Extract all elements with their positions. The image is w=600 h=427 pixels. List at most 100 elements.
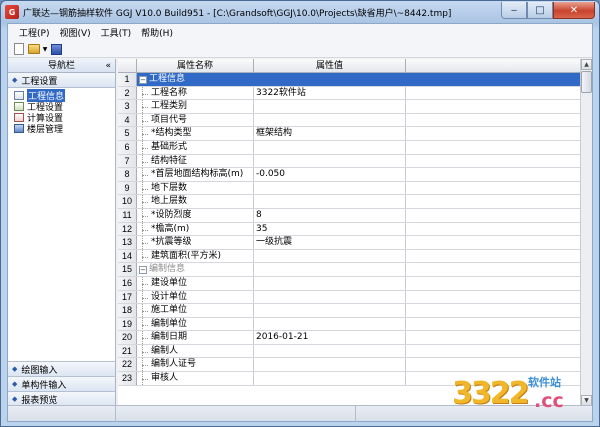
table-row[interactable]: 21 编制人 <box>118 344 580 359</box>
property-name-cell[interactable]: 编制人 <box>137 344 254 358</box>
property-name-cell[interactable]: 地下层数 <box>137 181 254 195</box>
property-grid: 属性名称 属性值 1− 工程信息 2 工程名称 3322软件站 3 工程类别 4 项目代号 5 *结… <box>118 59 592 406</box>
property-value-cell[interactable] <box>254 195 406 208</box>
property-value-cell[interactable]: -0.050 <box>254 168 406 181</box>
row-number: 2 <box>118 86 137 100</box>
table-row[interactable]: 7 结构特征 <box>118 154 580 169</box>
scroll-thumb[interactable] <box>581 71 592 93</box>
row-filler <box>406 87 580 100</box>
property-value-cell[interactable] <box>254 263 406 276</box>
property-name-cell[interactable]: − 工程信息 <box>137 73 254 86</box>
property-name-cell[interactable]: 工程名称 <box>137 86 254 100</box>
table-row[interactable]: 4 项目代号 <box>118 113 580 128</box>
property-name-cell[interactable]: 工程类别 <box>137 100 254 113</box>
property-value-cell[interactable] <box>254 358 406 372</box>
collapse-toggle-icon[interactable]: − <box>139 266 147 275</box>
column-header-value[interactable]: 属性值 <box>254 59 406 72</box>
nav-group-project-settings[interactable]: ◆ 工程设置 <box>8 73 115 88</box>
property-value-cell[interactable] <box>254 249 406 263</box>
table-row[interactable]: 17 设计单位 <box>118 290 580 305</box>
property-name: 建设单位 <box>151 277 188 288</box>
property-name-cell[interactable]: 项目代号 <box>137 113 254 127</box>
property-value-cell[interactable]: 8 <box>254 208 406 222</box>
menu-help[interactable]: 帮助(H) <box>136 26 178 39</box>
table-row[interactable]: 1− 工程信息 <box>118 73 580 87</box>
property-value-cell[interactable] <box>254 276 406 290</box>
table-row[interactable]: 11 *设防烈度 8 <box>118 208 580 223</box>
table-row[interactable]: 9 地下层数 <box>118 181 580 196</box>
property-name-cell[interactable]: 建筑面积(平方米) <box>137 249 254 263</box>
menu-view[interactable]: 视图(V) <box>54 26 95 39</box>
property-name-cell[interactable]: 施工单位 <box>137 304 254 317</box>
property-name-cell[interactable]: 编制人证号 <box>137 358 254 372</box>
property-name-cell[interactable]: 编制日期 <box>137 331 254 344</box>
property-name-cell[interactable]: *首层地面结构标高(m) <box>137 168 254 181</box>
nav-item-floor-management[interactable]: 楼层管理 <box>8 123 115 135</box>
property-value-cell[interactable]: 一级抗震 <box>254 236 406 249</box>
property-value-cell[interactable]: 3322软件站 <box>254 86 406 100</box>
table-row[interactable]: 2 工程名称 3322软件站 <box>118 86 580 101</box>
table-row[interactable]: 3 工程类别 <box>118 100 580 114</box>
row-filler <box>406 263 580 276</box>
nav-group-single-member-input[interactable]: ◆ 单构件输入 <box>8 376 115 391</box>
nav-group-drawing-input[interactable]: ◆ 绘图输入 <box>8 361 115 376</box>
menu-project[interactable]: 工程(P) <box>14 26 54 39</box>
property-value-cell[interactable] <box>254 100 406 113</box>
property-value-cell[interactable] <box>254 372 406 385</box>
property-name-cell[interactable]: 设计单位 <box>137 290 254 304</box>
property-value-cell[interactable]: 35 <box>254 222 406 236</box>
collapse-toggle-icon[interactable]: − <box>139 76 147 84</box>
property-value-cell[interactable] <box>254 290 406 304</box>
vertical-scrollbar[interactable]: ▲ ▼ <box>580 59 592 406</box>
open-folder-icon[interactable] <box>28 44 40 54</box>
maximize-button[interactable]: □ <box>527 2 553 19</box>
property-name-cell[interactable]: 基础形式 <box>137 140 254 154</box>
close-button[interactable]: ✕ <box>553 2 595 19</box>
property-name-cell[interactable]: *设防烈度 <box>137 208 254 222</box>
table-row[interactable]: 12 *檐高(m) 35 <box>118 222 580 237</box>
table-row[interactable]: 5 *结构类型 框架结构 <box>118 127 580 141</box>
property-name-cell[interactable]: 审核人 <box>137 372 254 385</box>
property-value-cell[interactable] <box>254 181 406 195</box>
property-name: *檐高(m) <box>151 223 190 234</box>
property-value-cell[interactable]: 2016-01-21 <box>254 331 406 344</box>
table-row[interactable]: 19 编制单位 <box>118 317 580 332</box>
column-header-name[interactable]: 属性名称 <box>137 59 254 72</box>
nav-group-report-preview[interactable]: ◆ 报表预览 <box>8 391 115 406</box>
property-name-cell[interactable]: 编制单位 <box>137 317 254 331</box>
property-name-cell[interactable]: 地上层数 <box>137 195 254 208</box>
table-row[interactable]: 6 基础形式 <box>118 140 580 155</box>
property-value-cell[interactable] <box>254 344 406 358</box>
table-row[interactable]: 10 地上层数 <box>118 195 580 209</box>
table-row[interactable]: 14 建筑面积(平方米) <box>118 249 580 264</box>
table-row[interactable]: 16 建设单位 <box>118 276 580 291</box>
table-row[interactable]: 20 编制日期 2016-01-21 <box>118 331 580 345</box>
table-row[interactable]: 18 施工单位 <box>118 304 580 318</box>
property-name-cell[interactable]: − 编制信息 <box>137 263 254 276</box>
save-icon[interactable] <box>51 43 62 55</box>
property-value-cell[interactable] <box>254 154 406 168</box>
property-value-cell[interactable] <box>254 73 406 86</box>
property-name-cell[interactable]: 建设单位 <box>137 276 254 290</box>
property-name-cell[interactable]: 结构特征 <box>137 154 254 168</box>
property-value-cell[interactable] <box>254 140 406 154</box>
table-row[interactable]: 15− 编制信息 <box>118 263 580 277</box>
property-name: *设防烈度 <box>151 209 192 220</box>
property-name: 地下层数 <box>151 182 188 193</box>
scroll-up-icon[interactable]: ▲ <box>581 59 592 70</box>
table-row[interactable]: 8 *首层地面结构标高(m) -0.050 <box>118 168 580 182</box>
menu-tools[interactable]: 工具(T) <box>96 26 137 39</box>
property-value-cell[interactable]: 框架结构 <box>254 127 406 140</box>
new-file-icon[interactable] <box>14 43 24 55</box>
property-value-cell[interactable] <box>254 304 406 317</box>
nav-item-label: 楼层管理 <box>27 125 64 135</box>
minimize-button[interactable]: ‒ <box>501 2 527 19</box>
property-name-cell[interactable]: *抗震等级 <box>137 236 254 249</box>
table-row[interactable]: 13 *抗震等级 一级抗震 <box>118 236 580 250</box>
property-value-cell[interactable] <box>254 113 406 127</box>
property-name-cell[interactable]: *结构类型 <box>137 127 254 140</box>
property-value-cell[interactable] <box>254 317 406 331</box>
property-name-cell[interactable]: *檐高(m) <box>137 222 254 236</box>
dropdown-arrow-icon[interactable]: ▼ <box>42 43 48 56</box>
collapse-icon[interactable]: « <box>105 59 111 73</box>
